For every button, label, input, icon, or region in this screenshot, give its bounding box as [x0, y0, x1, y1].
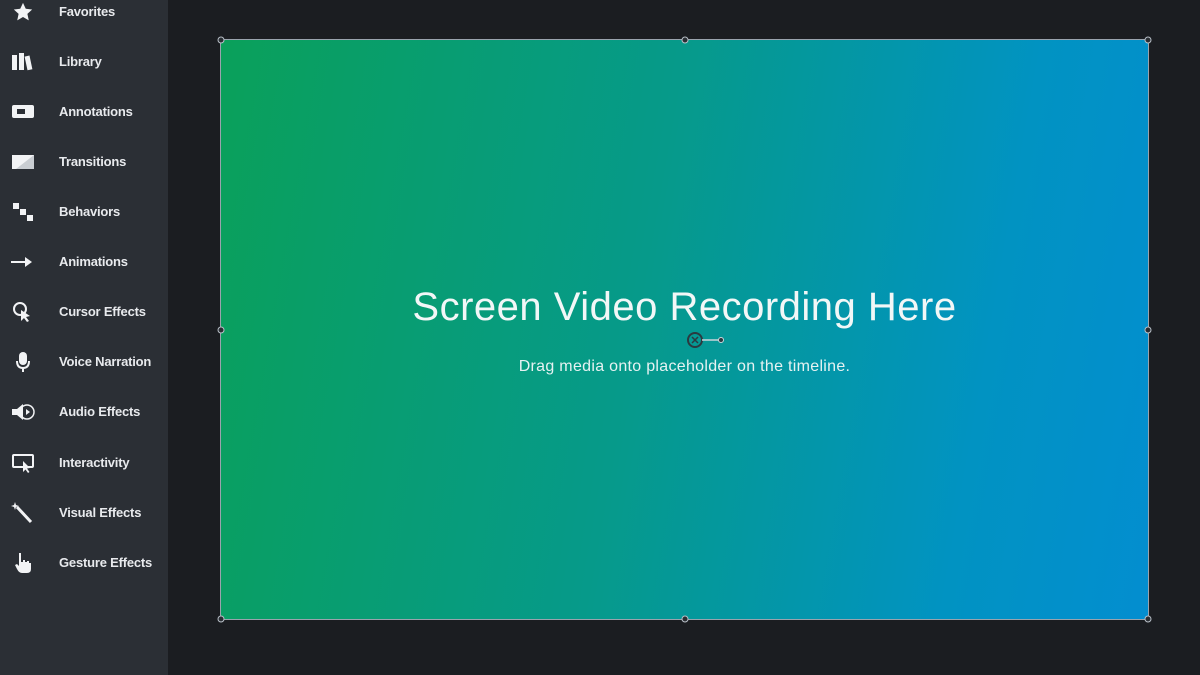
resize-handle-bottom-left[interactable] [217, 615, 225, 623]
resize-handle-right[interactable] [1144, 326, 1152, 333]
sidebar-item-label: Library [59, 54, 102, 69]
animation-icon [10, 250, 36, 274]
interactivity-icon [10, 451, 36, 475]
sidebar-item-visual-effects[interactable]: Visual Effects [0, 493, 168, 533]
annotation-icon [10, 100, 36, 124]
hand-pointer-icon [10, 551, 36, 575]
resize-handle-bottom[interactable] [681, 615, 688, 623]
resize-handle-bottom-right[interactable] [1144, 615, 1152, 623]
transition-icon [10, 150, 36, 174]
sidebar-item-label: Transitions [59, 154, 127, 169]
sidebar-item-voice-narration[interactable]: Voice Narration [0, 342, 168, 382]
sidebar-item-audio-effects[interactable]: Audio Effects [0, 392, 168, 432]
sidebar-item-library[interactable]: Library [0, 42, 168, 82]
sidebar-item-behaviors[interactable]: Behaviors [0, 192, 168, 232]
microphone-icon [10, 350, 36, 374]
sidebar-item-transitions[interactable]: Transitions [0, 142, 168, 182]
sidebar-item-animations[interactable]: Animations [0, 242, 168, 282]
speaker-icon [10, 400, 36, 424]
library-icon [10, 50, 36, 74]
rotation-anchor-icon[interactable] [685, 330, 729, 350]
magic-wand-icon [10, 501, 36, 525]
tools-sidebar: Favorites Library Annotations Transition… [0, 0, 168, 675]
sidebar-item-label: Animations [59, 254, 128, 269]
video-placeholder[interactable]: Screen Video Recording Here Drag media o… [217, 36, 1152, 623]
star-icon [10, 0, 36, 24]
sidebar-item-annotations[interactable]: Annotations [0, 92, 168, 132]
placeholder-subtitle: Drag media onto placeholder on the timel… [518, 358, 851, 375]
sidebar-item-label: Favorites [59, 4, 116, 19]
sidebar-item-label: Cursor Effects [59, 304, 146, 319]
sidebar-item-label: Annotations [59, 104, 133, 119]
sidebar-item-gesture-effects[interactable]: Gesture Effects [0, 543, 168, 583]
sidebar-item-label: Visual Effects [59, 505, 142, 520]
sidebar-item-label: Interactivity [59, 455, 130, 470]
sidebar-item-label: Voice Narration [59, 354, 152, 369]
resize-handle-top-right[interactable] [1144, 36, 1152, 44]
sidebar-item-cursor-effects[interactable]: Cursor Effects [0, 292, 168, 332]
sidebar-item-label: Audio Effects [59, 404, 141, 419]
sidebar-item-interactivity[interactable]: Interactivity [0, 443, 168, 483]
sidebar-item-label: Behaviors [59, 204, 121, 219]
sidebar-item-label: Gesture Effects [59, 555, 153, 570]
placeholder-title: Screen Video Recording Here [412, 285, 957, 329]
preview-stage[interactable]: Screen Video Recording Here Drag media o… [168, 0, 1200, 675]
behaviors-icon [10, 200, 36, 224]
cursor-icon [10, 300, 36, 324]
app-window: Favorites Library Annotations Transition… [0, 0, 1200, 675]
resize-handle-top[interactable] [681, 36, 688, 44]
resize-handle-left[interactable] [217, 326, 225, 333]
sidebar-item-favorites[interactable]: Favorites [0, 0, 168, 32]
resize-handle-top-left[interactable] [217, 36, 225, 44]
